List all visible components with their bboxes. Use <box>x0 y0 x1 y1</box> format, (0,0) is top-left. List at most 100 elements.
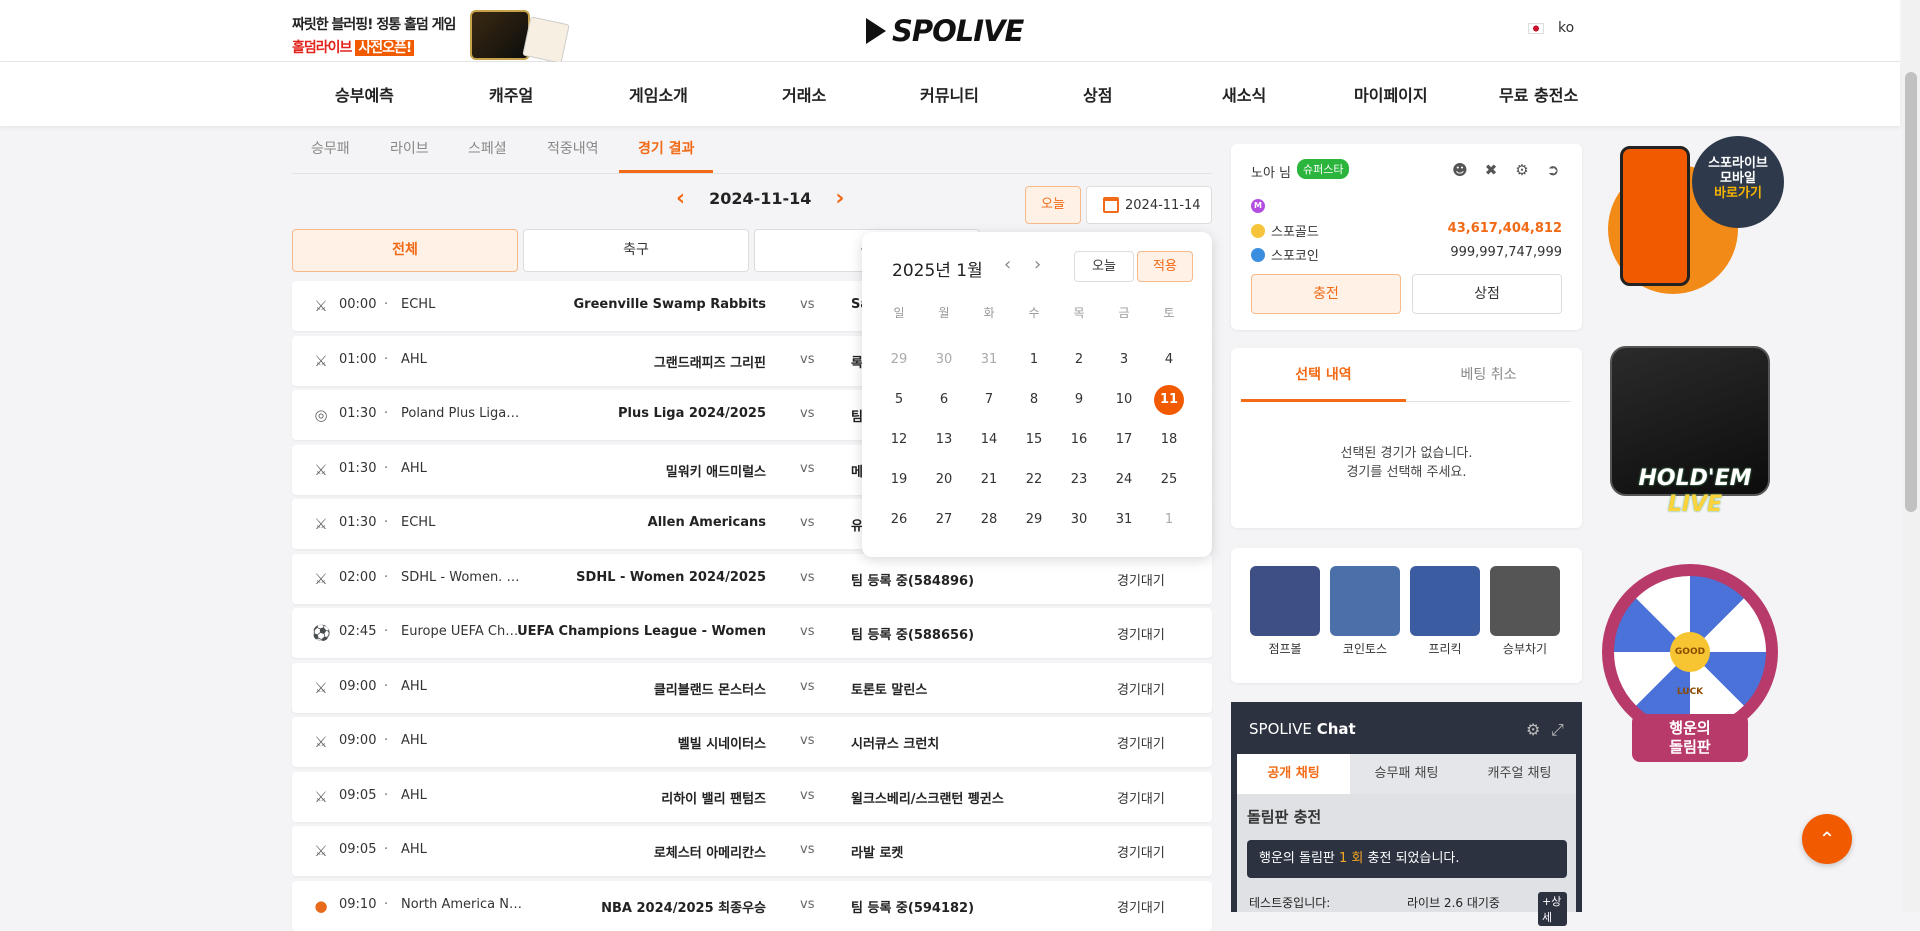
nav-item-mypage[interactable]: 마이페이지 <box>1354 82 1428 106</box>
page-scrollbar[interactable] <box>1902 0 1920 912</box>
calendar-day[interactable]: 23 <box>1064 465 1094 495</box>
calendar-day[interactable]: 29 <box>1019 505 1049 535</box>
chat-detail-button[interactable]: +상세 <box>1538 892 1567 926</box>
tab-selected-bets[interactable]: 선택 내역 <box>1241 348 1406 402</box>
calendar-weekday: 목 <box>1073 306 1085 320</box>
calendar-day[interactable]: 27 <box>929 505 959 535</box>
today-button[interactable]: 오늘 <box>1025 186 1081 224</box>
holdem-live-ad[interactable]: HOLD'EM LIVE <box>1600 346 1790 541</box>
match-row[interactable]: ⚔ 09:05 · AHL 로체스터 아메리칸스 vs 라발 로켓 경기대기 <box>292 826 1212 876</box>
calendar-day[interactable]: 8 <box>1019 385 1049 415</box>
calendar-day[interactable]: 20 <box>929 465 959 495</box>
calendar-day[interactable]: 25 <box>1154 465 1184 495</box>
calendar-day[interactable]: 2 <box>1064 345 1094 375</box>
charge-button[interactable]: 충전 <box>1251 274 1401 314</box>
chat-tab-public[interactable]: 공개 채팅 <box>1237 754 1350 794</box>
calendar-day[interactable]: 18 <box>1154 425 1184 455</box>
calendar-day[interactable]: 30 <box>929 345 959 375</box>
mobile-app-ad[interactable]: 스포라이브 모바일 바로가기 <box>1600 134 1790 329</box>
calendar-day[interactable]: 15 <box>1019 425 1049 455</box>
calendar-apply-button[interactable]: 적용 <box>1137 251 1193 282</box>
chat-panel: SPOLIVE Chat ⚙ ⤢ 공개 채팅 승무패 채팅 캐주얼 채팅 돌림판… <box>1231 702 1582 926</box>
match-row[interactable]: ⚔ 09:05 · AHL 리하이 밸리 팬텀즈 vs 윌크스베리/스크랜턴 펭귄스 경기대기 <box>292 771 1212 822</box>
nav-item-free-charge[interactable]: 무료 충전소 <box>1499 82 1578 106</box>
game-freekick[interactable]: 프리킥 <box>1409 566 1481 657</box>
game-jumpball[interactable]: 점프볼 <box>1249 566 1321 657</box>
tab-special[interactable]: 스페셜 <box>468 138 507 158</box>
calendar-day[interactable]: 1 <box>1019 345 1049 375</box>
tab-live[interactable]: 라이브 <box>390 138 429 158</box>
nav-item-exchange[interactable]: 거래소 <box>782 82 826 106</box>
game-cointoss[interactable]: 코인토스 <box>1329 566 1401 657</box>
tab-win-draw-loss[interactable]: 승무패 <box>311 138 350 158</box>
calendar-day[interactable]: 31 <box>1109 505 1139 535</box>
tab-cancel-bets[interactable]: 베팅 취소 <box>1406 348 1571 402</box>
calendar-day[interactable]: 13 <box>929 425 959 455</box>
calendar-day[interactable]: 5 <box>884 385 914 415</box>
tab-hit-history[interactable]: 적중내역 <box>547 138 599 158</box>
calendar-day[interactable]: 11 <box>1154 385 1184 415</box>
calendar-day[interactable]: 31 <box>974 345 1004 375</box>
nav-item-prediction[interactable]: 승부예측 <box>335 82 394 106</box>
match-row[interactable]: ⚔ 09:00 · AHL 벨빌 시네이터스 vs 시러큐스 크런치 경기대기 <box>292 717 1212 767</box>
language-selector[interactable]: ko <box>1528 20 1574 36</box>
calendar-day[interactable]: 16 <box>1064 425 1094 455</box>
chat-tab-casual[interactable]: 캐주얼 채팅 <box>1463 754 1576 794</box>
calendar-day[interactable]: 30 <box>1064 505 1094 535</box>
calendar-day[interactable]: 17 <box>1109 425 1139 455</box>
calendar-day[interactable]: 29 <box>884 345 914 375</box>
shop-button[interactable]: 상점 <box>1412 274 1562 314</box>
date-picker-button[interactable]: 2024-11-14 <box>1086 186 1212 224</box>
calendar-day[interactable]: 1 <box>1154 505 1184 535</box>
holdem-promo-banner[interactable]: 짜릿한 블러핑! 정통 홀덤 게임 홀덤라이브 사전오픈! <box>290 8 600 64</box>
calendar-day[interactable]: 26 <box>884 505 914 535</box>
chat-tab-winlose[interactable]: 승무패 채팅 <box>1350 754 1463 794</box>
nav-item-shop[interactable]: 상점 <box>1083 82 1112 106</box>
lucky-wheel-ad[interactable]: GOOD LUCK 행운의 돌림판 <box>1600 564 1790 769</box>
calendar-prev-month-icon[interactable]: ‹ <box>1004 254 1011 275</box>
match-row[interactable]: ⚔ 02:00 · SDHL - Women. … SDHL - Women 2024/… <box>292 553 1212 604</box>
logout-icon[interactable]: ➲ <box>1544 161 1562 179</box>
prev-day-chevron-icon[interactable]: ‹ <box>676 186 685 211</box>
nav-item-games[interactable]: 게임소개 <box>629 82 688 106</box>
spolive-logo[interactable]: SPOLIVE <box>866 14 1024 48</box>
coin-row: 스포코인 <box>1251 245 1319 264</box>
nav-item-casual[interactable]: 캐주얼 <box>489 82 533 106</box>
match-row[interactable]: ● 09:10 · North America N… NBA 2024/2025 최종우… <box>292 880 1212 931</box>
profile-icon[interactable]: ☻ <box>1451 161 1469 179</box>
calendar-day[interactable]: 24 <box>1109 465 1139 495</box>
calendar-day[interactable]: 14 <box>974 425 1004 455</box>
scroll-to-top-button[interactable]: ⌃ <box>1802 814 1852 864</box>
chat-tabs: 공개 채팅 승무패 채팅 캐주얼 채팅 <box>1237 754 1576 794</box>
calendar-next-month-icon[interactable]: › <box>1034 254 1041 275</box>
calendar-day[interactable]: 22 <box>1019 465 1049 495</box>
calendar-today-button[interactable]: 오늘 <box>1074 251 1134 282</box>
match-row[interactable]: ⚽ 02:45 · Europe UEFA Cha… UEFA Champions Le… <box>292 608 1212 658</box>
sport-tab-all[interactable]: 전체 <box>292 229 518 272</box>
settings-gear-icon[interactable]: ⚙ <box>1513 161 1531 179</box>
match-row[interactable]: ⚔ 09:00 · AHL 클리블랜드 몬스터스 vs 토론토 말린스 경기대기 <box>292 662 1212 713</box>
calendar-day[interactable]: 12 <box>884 425 914 455</box>
sport-tab-soccer[interactable]: 축구 <box>523 229 749 272</box>
calendar-day[interactable]: 3 <box>1109 345 1139 375</box>
ribbon-icon[interactable]: ✖ <box>1482 161 1500 179</box>
match-time: 02:45 <box>339 624 377 639</box>
calendar-day[interactable]: 4 <box>1154 345 1184 375</box>
calendar-day[interactable]: 19 <box>884 465 914 495</box>
match-time: 01:30 <box>339 515 377 530</box>
calendar-day[interactable]: 6 <box>929 385 959 415</box>
nav-item-news[interactable]: 새소식 <box>1222 82 1266 106</box>
calendar-day[interactable]: 28 <box>974 505 1004 535</box>
calendar-day[interactable]: 21 <box>974 465 1004 495</box>
next-day-chevron-icon[interactable]: › <box>835 186 844 211</box>
calendar-day[interactable]: 9 <box>1064 385 1094 415</box>
calendar-day[interactable]: 10 <box>1109 385 1139 415</box>
nav-item-community[interactable]: 커뮤니티 <box>920 82 979 106</box>
tab-results[interactable]: 경기 결과 <box>638 138 694 158</box>
scrollbar-thumb[interactable] <box>1905 72 1917 512</box>
game-penalty[interactable]: 승부차기 <box>1489 566 1561 657</box>
calendar-day[interactable]: 7 <box>974 385 1004 415</box>
match-league: AHL <box>401 351 427 367</box>
chat-settings-icon[interactable]: ⚙ <box>1526 720 1540 739</box>
chat-expand-icon[interactable]: ⤢ <box>1551 720 1564 740</box>
